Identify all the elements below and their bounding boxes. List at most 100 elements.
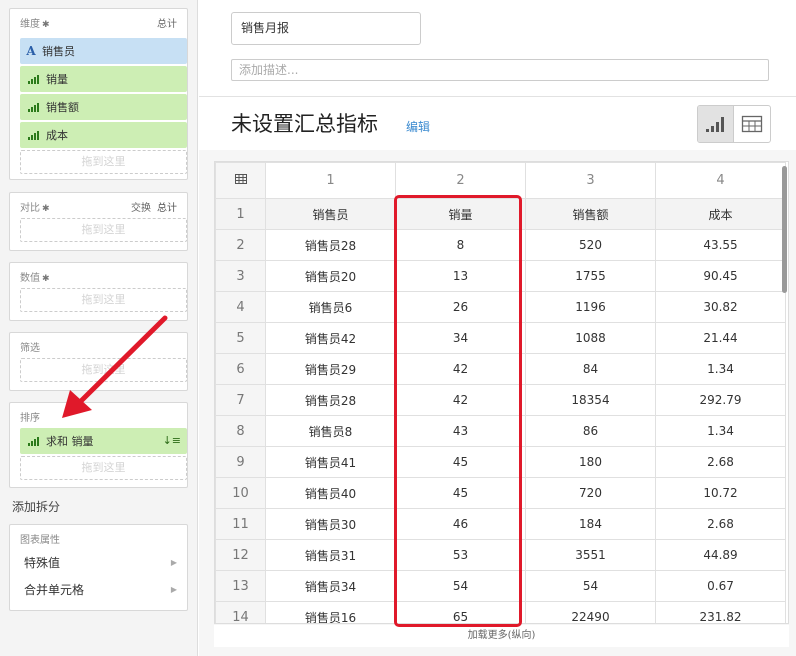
total-label[interactable]: 总计 bbox=[157, 15, 177, 30]
column-header-cell[interactable]: 销售员 bbox=[265, 198, 396, 230]
prop-merge-cells[interactable]: 合并单元格 ▶ bbox=[24, 580, 177, 598]
table-cell[interactable]: 90.45 bbox=[655, 260, 786, 292]
column-header-cell[interactable]: 成本 bbox=[655, 198, 786, 230]
table-cell[interactable]: 292.79 bbox=[655, 384, 786, 416]
table-cell[interactable]: 720 bbox=[525, 477, 656, 509]
row-number[interactable]: 8 bbox=[215, 415, 266, 447]
table-cell[interactable]: 520 bbox=[525, 229, 656, 261]
table-cell[interactable]: 65 bbox=[395, 601, 526, 623]
row-number[interactable]: 1 bbox=[215, 198, 266, 230]
dimensions-drop-zone[interactable]: 拖到这里 bbox=[20, 150, 187, 174]
table-cell[interactable]: 45 bbox=[395, 446, 526, 478]
row-number[interactable]: 4 bbox=[215, 291, 266, 323]
table-cell[interactable]: 销售员20 bbox=[265, 260, 396, 292]
table-cell[interactable]: 43 bbox=[395, 415, 526, 447]
gear-icon[interactable]: ✱ bbox=[42, 204, 50, 214]
field-quantity[interactable]: 销量 bbox=[20, 66, 187, 92]
table-cell[interactable]: 0.67 bbox=[655, 570, 786, 602]
field-cost[interactable]: 成本 bbox=[20, 122, 187, 148]
table-cell[interactable]: 1196 bbox=[525, 291, 656, 323]
sort-field-quantity[interactable]: 求和 销量 ↓≡ bbox=[20, 428, 187, 454]
load-more-button[interactable]: 加载更多(纵向) bbox=[214, 625, 789, 647]
table-cell[interactable]: 销售员8 bbox=[265, 415, 396, 447]
select-all-cell[interactable] bbox=[215, 162, 266, 199]
table-cell[interactable]: 44.89 bbox=[655, 539, 786, 571]
table-cell[interactable]: 43.55 bbox=[655, 229, 786, 261]
row-number[interactable]: 14 bbox=[215, 601, 266, 623]
table-cell[interactable]: 销售员34 bbox=[265, 570, 396, 602]
row-number[interactable]: 5 bbox=[215, 322, 266, 354]
chart-view-button[interactable] bbox=[698, 106, 735, 142]
table-cell[interactable]: 2.68 bbox=[655, 508, 786, 540]
column-number[interactable]: 1 bbox=[265, 162, 396, 199]
edit-link[interactable]: 编辑 bbox=[406, 118, 430, 135]
table-cell[interactable]: 1088 bbox=[525, 322, 656, 354]
swap-button[interactable]: 交换 bbox=[131, 199, 151, 214]
vertical-scrollbar[interactable] bbox=[782, 166, 787, 293]
table-cell[interactable]: 42 bbox=[395, 353, 526, 385]
table-cell[interactable]: 54 bbox=[525, 570, 656, 602]
row-number[interactable]: 13 bbox=[215, 570, 266, 602]
table-cell[interactable]: 销售员40 bbox=[265, 477, 396, 509]
table-cell[interactable]: 45 bbox=[395, 477, 526, 509]
table-cell[interactable]: 21.44 bbox=[655, 322, 786, 354]
column-header-cell[interactable]: 销量 bbox=[395, 198, 526, 230]
table-cell[interactable]: 26 bbox=[395, 291, 526, 323]
column-number[interactable]: 4 bbox=[655, 162, 786, 199]
prop-special-values[interactable]: 特殊值 ▶ bbox=[24, 553, 177, 571]
table-cell[interactable]: 231.82 bbox=[655, 601, 786, 623]
table-view-button[interactable] bbox=[734, 106, 770, 142]
gear-icon[interactable]: ✱ bbox=[42, 274, 50, 284]
table-cell[interactable]: 18354 bbox=[525, 384, 656, 416]
values-drop-zone[interactable]: 拖到这里 bbox=[20, 288, 187, 312]
table-cell[interactable]: 销售员6 bbox=[265, 291, 396, 323]
description-input[interactable]: 添加描述... bbox=[231, 59, 769, 81]
row-number[interactable]: 10 bbox=[215, 477, 266, 509]
table-cell[interactable]: 46 bbox=[395, 508, 526, 540]
table-cell[interactable]: 86 bbox=[525, 415, 656, 447]
table-cell[interactable]: 3551 bbox=[525, 539, 656, 571]
table-cell[interactable]: 销售员16 bbox=[265, 601, 396, 623]
add-split-button[interactable]: 添加拆分 bbox=[12, 498, 60, 515]
table-cell[interactable]: 180 bbox=[525, 446, 656, 478]
table-cell[interactable]: 销售员30 bbox=[265, 508, 396, 540]
table-cell[interactable]: 34 bbox=[395, 322, 526, 354]
table-cell[interactable]: 84 bbox=[525, 353, 656, 385]
column-number[interactable]: 2 bbox=[395, 162, 526, 199]
table-cell[interactable]: 1.34 bbox=[655, 353, 786, 385]
row-number[interactable]: 3 bbox=[215, 260, 266, 292]
table-cell[interactable]: 10.72 bbox=[655, 477, 786, 509]
row-number[interactable]: 6 bbox=[215, 353, 266, 385]
table-cell[interactable]: 30.82 bbox=[655, 291, 786, 323]
field-salesperson[interactable]: A 销售员 bbox=[20, 38, 187, 64]
table-cell[interactable]: 2.68 bbox=[655, 446, 786, 478]
compare-drop-zone[interactable]: 拖到这里 bbox=[20, 218, 187, 242]
table-cell[interactable]: 42 bbox=[395, 384, 526, 416]
table-cell[interactable]: 销售员28 bbox=[265, 229, 396, 261]
table-cell[interactable]: 1755 bbox=[525, 260, 656, 292]
table-cell[interactable]: 1.34 bbox=[655, 415, 786, 447]
table-cell[interactable]: 53 bbox=[395, 539, 526, 571]
sort-drop-zone[interactable]: 拖到这里 bbox=[20, 456, 187, 480]
row-number[interactable]: 2 bbox=[215, 229, 266, 261]
table-cell[interactable]: 54 bbox=[395, 570, 526, 602]
column-number[interactable]: 3 bbox=[525, 162, 656, 199]
sort-ascending-icon[interactable]: ↓≡ bbox=[163, 434, 181, 447]
table-cell[interactable]: 184 bbox=[525, 508, 656, 540]
table-cell[interactable]: 销售员31 bbox=[265, 539, 396, 571]
table-cell[interactable]: 8 bbox=[395, 229, 526, 261]
table-cell[interactable]: 销售员42 bbox=[265, 322, 396, 354]
row-number[interactable]: 7 bbox=[215, 384, 266, 416]
row-number[interactable]: 9 bbox=[215, 446, 266, 478]
table-cell[interactable]: 销售员28 bbox=[265, 384, 396, 416]
report-title-input[interactable]: 销售月报 bbox=[231, 12, 421, 45]
table-cell[interactable]: 13 bbox=[395, 260, 526, 292]
gear-icon[interactable]: ✱ bbox=[42, 20, 50, 30]
row-number[interactable]: 11 bbox=[215, 508, 266, 540]
field-sales-amount[interactable]: 销售额 bbox=[20, 94, 187, 120]
column-header-cell[interactable]: 销售额 bbox=[525, 198, 656, 230]
table-cell[interactable]: 22490 bbox=[525, 601, 656, 623]
table-cell[interactable]: 销售员41 bbox=[265, 446, 396, 478]
total-label[interactable]: 总计 bbox=[157, 199, 177, 214]
filter-drop-zone[interactable]: 拖到这里 bbox=[20, 358, 187, 382]
